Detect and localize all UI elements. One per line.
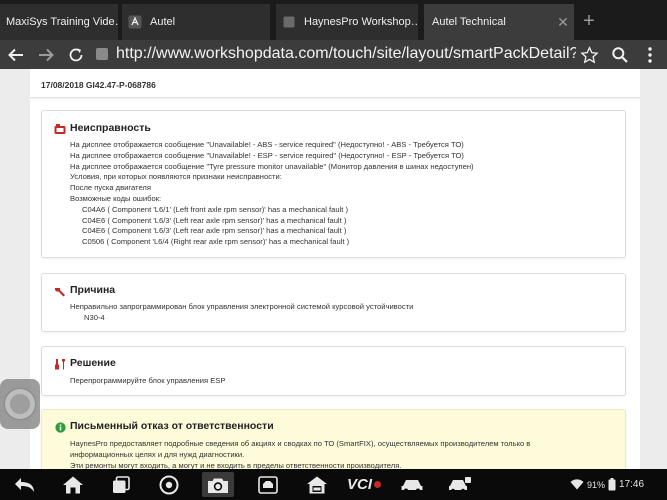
malfunction-car-icon [54,123,66,135]
cause-text: Неправильно запрограммирован блок управл… [70,302,414,311]
search-icon[interactable] [608,43,632,67]
problem-line: На дисплее отображается сообщение "Tyre … [70,161,474,171]
cause-body: Неправильно запрограммирован блок управл… [70,302,615,324]
home-icon[interactable] [58,472,88,497]
new-tab-button[interactable]: + [577,6,601,36]
tab-haynespro-workshop[interactable]: HaynesPro Workshop… [276,4,418,40]
solution-text: Перепрограммируйте блок управления ESP [70,376,226,385]
address-bar: http://www.workshopdata.com/touch/site/l… [0,40,667,69]
page-icon [282,15,296,29]
car-icon[interactable] [396,472,428,497]
document-header: 17/08/2018 GI42.47-P-068786 [30,69,640,98]
problem-condition: После пуска двигателя [70,183,151,193]
tab-maxisys-training[interactable]: MaxiSys Training Vide… [0,4,118,40]
reload-icon[interactable] [64,43,88,67]
tab-autel-technical[interactable]: Autel Technical ✕ [424,4,574,40]
status-area: 91% 17:46 [570,469,662,500]
url-field[interactable]: http://www.workshopdata.com/touch/site/l… [96,43,576,65]
disclaimer-line: Эти ремонты могут входить, а могут и не … [70,460,402,469]
disclaimer-card: Письменный отказ от ответственности Hayn… [41,409,626,469]
vci-label: VCI [346,476,372,493]
disclaimer-title: Письменный отказ от ответственности [70,420,274,432]
solution-body: Перепрограммируйте блок управления ESP [70,376,615,387]
autel-app-icon [128,15,142,29]
system-navigation-bar: VCI 91% 17:46 [0,469,667,500]
camera-icon[interactable] [202,472,234,497]
browser-app-icon[interactable] [154,472,184,497]
error-code-item: C0506 ( Component 'L6/4 (Right rear axle… [82,237,350,247]
assistive-touch-button[interactable] [0,379,40,429]
clock-time: 17:46 [619,479,645,490]
cause-card: Причина Неправильно запрограммирован бло… [41,273,626,332]
cause-title: Причина [70,284,116,296]
tab-strip: MaxiSys Training Vide… Autel HaynesPro W… [0,0,667,40]
overflow-menu-icon[interactable] [638,43,662,67]
recent-apps-icon[interactable] [106,472,136,497]
problem-line: Условия, при которых появляются признаки… [70,172,282,182]
disclaimer-body: HaynesPro предоставляет подробные сведен… [70,439,615,469]
problem-title: Неисправность [70,122,151,134]
solution-card: Решение Перепрограммируйте блок управлен… [41,346,626,396]
vci-status-dot-icon [374,481,381,488]
cause-component-code: N30-4 [84,312,105,322]
close-tab-icon[interactable]: ✕ [552,14,574,31]
error-codes-heading: Возможные коды ошибок: [70,193,162,203]
assistive-touch-icon [5,389,35,419]
info-circle-icon [54,421,66,433]
solution-title: Решение [70,357,116,369]
problem-line: На дисплее отображается сообщение "Unava… [70,140,464,149]
vehicle-diagnostics-icon[interactable] [253,472,283,497]
tab-label: Autel [150,16,176,28]
site-favicon-icon [96,48,108,60]
disclaimer-line: HaynesPro предоставляет подробные сведен… [70,439,531,448]
problem-card: Неисправность На дисплее отображается со… [41,110,626,258]
error-code-item: C04A6 ( Component 'L6/1' (Left front axl… [82,204,349,214]
document-id: 17/08/2018 GI42.47-P-068786 [41,80,156,90]
bookmark-star-icon[interactable] [577,43,601,67]
error-code-item: C04E6 ( Component 'L6/3' (Left rear axle… [82,226,347,236]
url-text: http://www.workshopdata.com/touch/site/l… [116,45,576,62]
cause-wrench-icon [54,285,66,297]
problem-body: На дисплее отображается сообщение "Unava… [70,140,615,248]
wifi-icon [570,479,584,490]
forward-arrow-icon[interactable] [34,43,58,67]
tab-label: Autel Technical [432,16,506,28]
back-icon[interactable] [10,472,40,497]
tab-label: HaynesPro Workshop… [304,16,418,28]
disclaimer-line: информационных целях и для нужд диагност… [70,449,245,459]
tab-label: MaxiSys Training Vide… [6,16,118,28]
garage-icon[interactable] [302,472,332,497]
battery-level: 91% [587,479,606,490]
problem-line: На дисплее отображается сообщение "Unava… [70,150,464,160]
web-page-content: 17/08/2018 GI42.47-P-068786 Неисправност… [30,69,640,469]
battery-icon [608,478,616,491]
back-arrow-icon[interactable] [4,43,28,67]
error-code-item: C04E6 ( Component 'L6/3' (Left rear axle… [82,215,347,225]
car-service-icon[interactable] [444,472,476,497]
vci-manager-button[interactable]: VCI [344,472,384,497]
tab-autel[interactable]: Autel [122,4,270,40]
tools-icon [54,358,66,370]
